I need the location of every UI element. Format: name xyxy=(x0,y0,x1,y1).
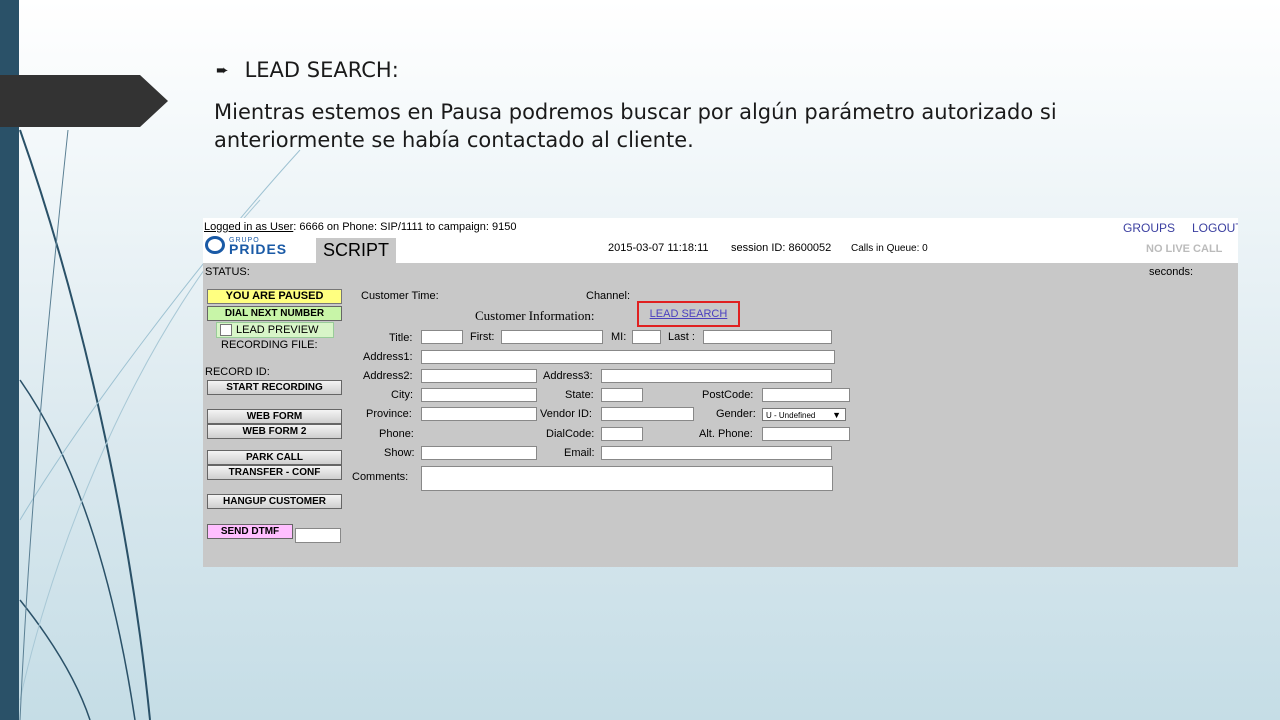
channel-label: Channel: xyxy=(586,290,631,302)
gender-select[interactable]: U - Undefined ▼ xyxy=(762,408,846,421)
script-tab[interactable]: SCRIPT xyxy=(316,238,396,263)
datetime: 2015-03-07 11:18:11 xyxy=(608,242,709,254)
no-live-call: NO LIVE CALL xyxy=(1146,243,1223,255)
hangup-button[interactable]: HANGUP CUSTOMER xyxy=(207,494,342,509)
status-label: STATUS: xyxy=(205,266,250,278)
company-logo: GRUPO PRIDES xyxy=(205,236,287,256)
session-id: session ID: 8600052 xyxy=(731,242,832,254)
vendor-id-input[interactable] xyxy=(601,407,694,421)
slide-heading-text: LEAD SEARCH: xyxy=(244,58,399,82)
city-label: City: xyxy=(391,389,413,401)
web-form-2-button[interactable]: WEB FORM 2 xyxy=(207,424,342,439)
start-recording-button[interactable]: START RECORDING xyxy=(207,380,342,395)
phone-label: Phone: xyxy=(379,428,414,440)
title-label: Title: xyxy=(389,332,413,344)
address2-input[interactable] xyxy=(421,369,537,383)
address3-input[interactable] xyxy=(601,369,832,383)
logged-in-link[interactable]: Logged in as User xyxy=(204,221,293,233)
email-label: Email: xyxy=(564,447,595,459)
recording-file-label: RECORDING FILE: xyxy=(221,339,318,351)
province-label: Province: xyxy=(366,408,412,420)
pencil-bullet-icon: ➨ xyxy=(216,61,229,79)
comments-label: Comments: xyxy=(352,471,409,483)
dial-next-button[interactable]: DIAL NEXT NUMBER xyxy=(207,306,342,321)
lead-search-link[interactable]: LEAD SEARCH xyxy=(637,301,740,327)
park-call-button[interactable]: PARK CALL xyxy=(207,450,342,465)
logo-mark-icon xyxy=(205,236,225,254)
email-input[interactable] xyxy=(601,446,832,460)
login-info: Logged in as User: 6666 on Phone: SIP/11… xyxy=(204,221,517,233)
city-input[interactable] xyxy=(421,388,537,402)
send-dtmf-button[interactable]: SEND DTMF xyxy=(207,524,293,539)
comments-textarea[interactable] xyxy=(421,466,833,491)
address1-label: Address1: xyxy=(363,351,413,363)
address2-label: Address2: xyxy=(363,370,413,382)
title-input[interactable] xyxy=(421,330,463,344)
alt-phone-label: Alt. Phone: xyxy=(699,428,753,440)
customer-info-title: Customer Information: xyxy=(475,308,595,323)
slide-body: Mientras estemos en Pausa podremos busca… xyxy=(214,100,1057,152)
lead-preview-checkbox[interactable] xyxy=(220,324,232,336)
show-input[interactable] xyxy=(421,446,537,460)
state-label: State: xyxy=(565,389,594,401)
first-name-input[interactable] xyxy=(501,330,603,344)
mi-label: MI: xyxy=(611,331,627,343)
slide-heading: ➨ LEAD SEARCH: xyxy=(216,58,399,82)
logout-link[interactable]: LOGOUT xyxy=(1192,221,1238,235)
seconds-label: seconds: xyxy=(1149,266,1194,278)
address3-label: Address3: xyxy=(543,370,593,382)
agent-screen: Logged in as User: 6666 on Phone: SIP/11… xyxy=(203,218,1238,567)
groups-link[interactable]: GROUPS xyxy=(1123,221,1175,235)
dialcode-input[interactable] xyxy=(601,427,643,441)
gender-label: Gender: xyxy=(716,408,756,420)
calls-in-queue: Calls in Queue: 0 xyxy=(851,243,928,254)
postcode-label: PostCode: xyxy=(702,389,754,401)
province-input[interactable] xyxy=(421,407,537,421)
title-banner xyxy=(0,75,168,127)
postcode-input[interactable] xyxy=(762,388,850,402)
dropdown-arrow-icon: ▼ xyxy=(832,410,841,420)
first-label: First: xyxy=(470,331,495,343)
alt-phone-input[interactable] xyxy=(762,427,850,441)
lead-preview-toggle[interactable]: LEAD PREVIEW xyxy=(216,322,334,338)
customer-time-label: Customer Time: xyxy=(361,290,439,302)
mi-input[interactable] xyxy=(632,330,661,344)
address1-input[interactable] xyxy=(421,350,835,364)
show-label: Show: xyxy=(384,447,415,459)
transfer-conf-button[interactable]: TRANSFER - CONF xyxy=(207,465,342,480)
state-input[interactable] xyxy=(601,388,643,402)
record-id-label: RECORD ID: xyxy=(205,366,270,378)
paused-button[interactable]: YOU ARE PAUSED xyxy=(207,289,342,304)
dialcode-label: DialCode: xyxy=(546,428,595,440)
dtmf-input[interactable] xyxy=(295,528,341,543)
web-form-button[interactable]: WEB FORM xyxy=(207,409,342,424)
last-name-input[interactable] xyxy=(703,330,832,344)
vendor-id-label: Vendor ID: xyxy=(540,408,592,420)
last-label: Last : xyxy=(668,331,695,343)
